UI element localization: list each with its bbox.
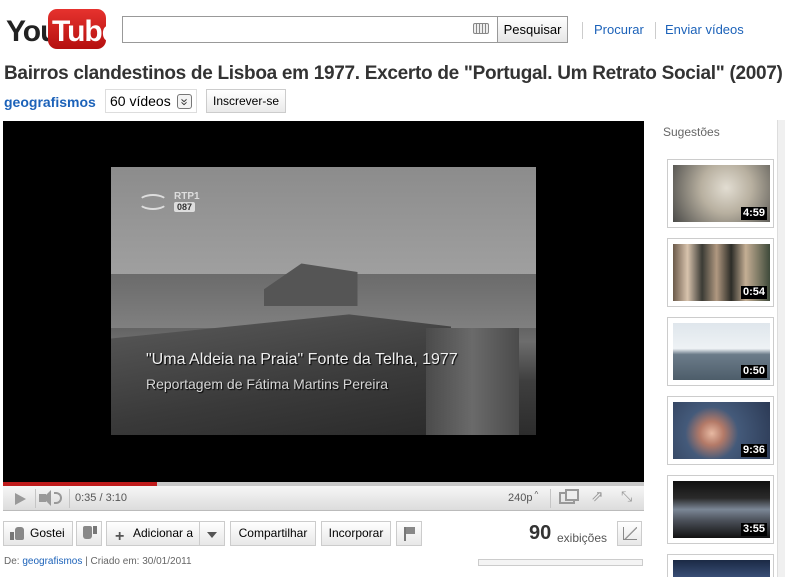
video-title: Bairros clandestinos de Lisboa em 1977. … [4,63,783,84]
video-caption-credit: Reportagem de Fátima Martins Pereira [146,376,388,392]
suggestion-duration: 3:55 [740,523,767,536]
browse-link[interactable]: Procurar [594,22,644,37]
quality-selector[interactable]: 240p [508,492,536,504]
scrollbar[interactable] [777,120,785,577]
add-to-dropdown-button[interactable] [199,521,225,546]
suggestion-item[interactable]: 3:55 [667,475,774,544]
volume-icon[interactable] [39,490,51,506]
suggestion-item[interactable]: 0:54 [667,238,774,307]
suggestion-item[interactable] [667,554,774,577]
add-to-button[interactable]: + Adicionar a [106,521,200,546]
thumb-up-icon [10,526,25,540]
search-button[interactable]: Pesquisar [497,16,568,43]
share-button[interactable]: Compartilhar [230,521,316,546]
channel-videos-dropdown[interactable]: 60 vídeos [105,89,197,113]
channel-link[interactable]: geografismos [4,94,96,110]
suggestion-item[interactable]: 0:50 [667,317,774,386]
thumb-down-icon [82,526,97,540]
view-count: 90 [529,522,552,544]
rating-bar [478,559,643,566]
suggestion-duration: 0:54 [740,286,767,299]
time-display: 0:35 / 3:10 [75,492,127,504]
flag-button[interactable] [396,521,422,546]
stats-button[interactable] [617,521,642,546]
embed-button[interactable]: Incorporar [321,521,391,546]
rtp-wave-icon [138,194,168,210]
flag-icon [404,527,415,541]
suggestion-item[interactable]: 9:36 [667,396,774,465]
like-button[interactable]: Gostei [3,521,73,546]
video-meta: De: geografismos | Criado em: 30/01/2011 [4,556,192,567]
suggestion-duration: 4:59 [740,207,767,220]
plus-icon: + [115,528,125,545]
keyboard-icon[interactable] [473,23,489,34]
chart-icon [623,527,637,540]
add-to-label: Adicionar a [133,526,194,540]
channel-videos-count: 60 vídeos [110,93,171,109]
video-caption-title: "Uma Aldeia na Praia" Fonte da Telha, 19… [146,351,458,368]
view-count-label: exibições [557,531,608,545]
upload-link[interactable]: Enviar vídeos [665,22,744,37]
subscribe-button[interactable]: Inscrever-se [206,89,287,113]
suggestion-thumbnail [673,560,770,577]
search-input[interactable] [122,16,497,43]
play-icon[interactable] [15,493,26,505]
player-controls: 0:35 / 3:10 240p [3,486,644,511]
suggestion-item[interactable]: 4:59 [667,159,774,228]
chevron-down-icon [176,93,192,109]
popout-icon[interactable] [559,489,579,504]
video-player[interactable] [3,121,644,483]
fullscreen-icon[interactable] [621,488,637,505]
nav-divider [655,22,656,39]
like-label: Gostei [30,526,65,540]
rtp-logo-text: RTP1 [174,191,200,202]
suggestion-duration: 9:36 [740,444,767,457]
rtp-logo-number: 087 [174,202,196,212]
meta-created: | Criado em: 30/01/2011 [85,556,192,567]
nav-divider [582,22,583,39]
meta-prefix: De: [4,556,20,567]
volume-waves-icon [54,492,62,504]
suggestion-duration: 0:50 [740,365,767,378]
dislike-button[interactable] [76,521,102,546]
expand-icon[interactable] [591,487,607,505]
logo-tube-text: Tube [52,15,118,48]
youtube-logo[interactable]: You Tube [6,9,118,50]
suggestions-title: Sugestões [663,125,720,139]
broadcaster-logo: RTP1 087 [138,190,208,214]
meta-author-link[interactable]: geografismos [22,556,82,567]
